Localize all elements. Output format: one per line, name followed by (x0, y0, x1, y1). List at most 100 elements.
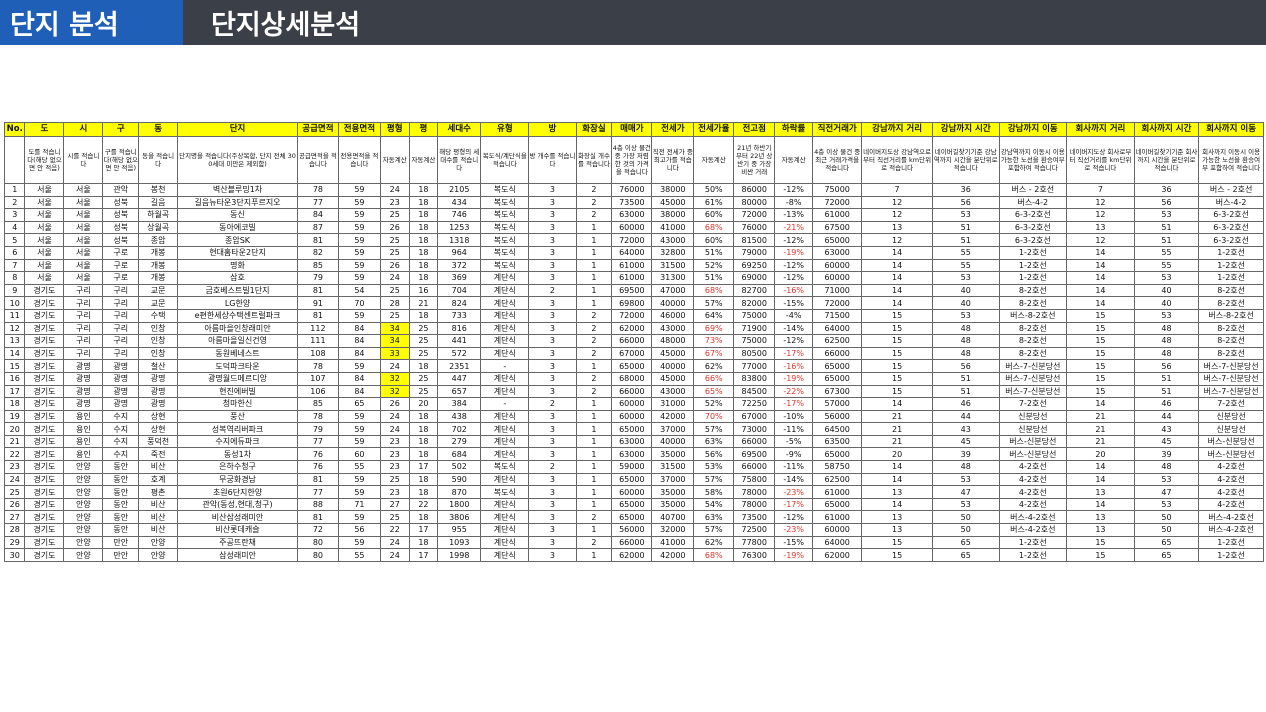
table-cell: 26 (3, 497, 26, 512)
table-cell: 계단식 (480, 548, 530, 562)
table-cell: 66000 (812, 346, 863, 361)
table-cell: 18 (408, 422, 439, 436)
table-cell: 65000 (812, 371, 863, 386)
table-cell: 안양 (63, 535, 104, 550)
table-cell: 15 (1066, 371, 1135, 386)
column-header: 회사까지 거리 (1066, 122, 1135, 137)
table-cell: 40 (1133, 296, 1200, 310)
table-cell: LG한양 (177, 296, 298, 310)
column-header: 단지 (177, 122, 298, 137)
table-cell: 18 (408, 233, 439, 247)
table-cell: 경기도 (24, 523, 65, 537)
table-cell: 8-2호선 (1198, 296, 1264, 310)
table-cell: 48 (931, 346, 1000, 361)
table-cell: 68000 (611, 371, 653, 386)
table-cell: 40700 (651, 510, 695, 525)
table-cell: 15 (1066, 548, 1135, 562)
table-cell: 3 (528, 535, 577, 550)
table-cell: 14 (1066, 283, 1135, 298)
table-cell: 3 (528, 384, 577, 399)
table-cell: 78 (296, 183, 339, 197)
table-cell: 37000 (651, 472, 695, 487)
table-cell: 경기도 (24, 485, 65, 499)
table-cell: 13 (3, 334, 26, 348)
table-cell: 서울 (24, 271, 65, 285)
table-cell: 28 (379, 296, 410, 310)
table-cell: 비산 (138, 497, 179, 512)
table-cell: -8% (774, 195, 814, 210)
table-cell: 1 (575, 245, 613, 260)
table-cell: 버스-4-2호선 (1198, 523, 1264, 537)
table-cell: 14 (1066, 296, 1135, 310)
table-cell: 23 (379, 447, 410, 462)
table-cell: 구리 (102, 296, 140, 310)
column-header: 동 (138, 122, 179, 137)
table-cell: 62000 (611, 548, 653, 562)
table-cell: 56 (931, 359, 1000, 373)
table-cell: 59 (337, 195, 381, 210)
table-cell: 34 (379, 334, 410, 348)
table-cell: 79000 (733, 245, 776, 260)
table-cell: 80 (296, 535, 339, 550)
table-cell: 54 (337, 283, 381, 298)
table-cell: 12 (1066, 195, 1135, 210)
table-cell: 6-3-2호선 (998, 233, 1068, 247)
table-cell: 71 (337, 497, 381, 512)
table-cell: 53 (931, 208, 1000, 222)
table-row: 27 경기도 안양 동안 비산 비산삼성래미안 81 59 25 18 3806 계단식 3 2 65000… (3, 510, 1264, 525)
table-cell: 18 (408, 510, 439, 525)
table-cell: 59 (337, 422, 381, 436)
table-row: 9 경기도 구리 구리 교문 금호베스트빌1단지 81 54 25 16 704 계단식 2 1 69500… (3, 283, 1264, 298)
table-cell: 72500 (733, 523, 776, 537)
table-cell: 21 (408, 296, 439, 310)
table-cell: 59 (337, 434, 381, 449)
table-cell: 40 (1133, 283, 1200, 298)
table-cell: 32000 (651, 523, 695, 537)
table-cell: -12% (774, 510, 814, 525)
table-cell: 18 (408, 245, 439, 260)
table-cell: 21 (3, 434, 26, 449)
column-header: 유형 (480, 122, 530, 137)
table-cell: 80 (296, 548, 339, 562)
table-cell: 15 (3, 359, 26, 373)
table-cell: 2 (528, 283, 577, 298)
table-cell: 84500 (733, 384, 776, 399)
table-cell: 32 (379, 384, 410, 399)
table-cell: 56% (693, 447, 735, 462)
table-cell: 17 (408, 460, 439, 474)
table-cell: 광명 (63, 359, 104, 373)
table-cell: 38000 (651, 183, 695, 197)
table-cell: 14 (1066, 258, 1135, 273)
table-cell: 경기도 (24, 472, 65, 487)
column-header: 평 (408, 122, 439, 137)
table-cell: 비산 (138, 460, 179, 474)
table-cell: 안양 (63, 485, 104, 499)
table-cell: -17% (774, 497, 814, 512)
column-description: 시를 적습니다 (63, 136, 104, 184)
table-cell: 64500 (812, 422, 863, 436)
table-cell: 23 (379, 460, 410, 474)
table-cell: 72000 (611, 233, 653, 247)
table-cell: 824 (437, 296, 482, 310)
table-cell: 1 (575, 422, 613, 436)
table-cell: 1 (575, 258, 613, 273)
table-row: 18 경기도 광명 광명 광명 청마한신 85 65 26 20 384-2 1 60000 31000 5… (3, 397, 1264, 411)
table-cell: -5% (774, 434, 814, 449)
table-cell: -17% (774, 397, 814, 411)
table-cell: 14 (861, 245, 933, 260)
table-cell: 59 (337, 510, 381, 525)
table-cell: 성복역리버파크 (177, 422, 298, 436)
table-cell: 38000 (651, 208, 695, 222)
table-cell: 3 (528, 321, 577, 336)
table-cell: 버스-7-신분당선 (1198, 359, 1264, 373)
table-cell: 비산롯데캐슬 (177, 523, 298, 537)
table-cell: 61000 (611, 258, 653, 273)
table-cell: 경기도 (24, 321, 65, 336)
table-cell: 68% (693, 220, 735, 235)
table-cell: 신분당선 (1198, 422, 1264, 436)
table-cell: 75000 (812, 183, 863, 197)
table-cell: 60% (693, 233, 735, 247)
table-cell: 73500 (611, 195, 653, 210)
table-cell: 서울 (24, 195, 65, 210)
table-cell: 18 (408, 472, 439, 487)
